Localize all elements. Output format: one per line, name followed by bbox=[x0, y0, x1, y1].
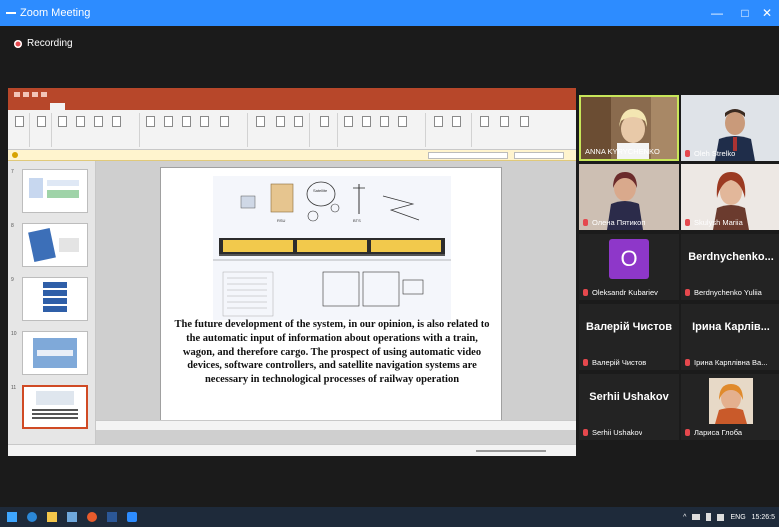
svg-text:RSU: RSU bbox=[277, 218, 286, 223]
ppt-tab bbox=[136, 103, 153, 110]
ppt-tab bbox=[203, 103, 214, 110]
participant-tile[interactable]: ANNA KYRYCHENKO bbox=[579, 95, 679, 161]
zoom-taskbar-icon[interactable] bbox=[124, 507, 140, 527]
ppt-tab bbox=[30, 103, 43, 110]
title-bar: Zoom Meeting — □ ✕ bbox=[0, 0, 779, 26]
ppt-ribbon-tabs bbox=[8, 100, 576, 110]
language-indicator[interactable]: ENG bbox=[730, 514, 745, 521]
ppt-title-bar bbox=[8, 88, 576, 100]
thumb-number: 10 bbox=[11, 331, 17, 337]
participant-tile[interactable]: O Oleksandr Kubariev bbox=[579, 234, 679, 300]
slide-thumbnails: 7 8 9 10 11 bbox=[8, 161, 96, 444]
participant-display-name: Serhii Ushakov bbox=[589, 391, 669, 403]
clock[interactable]: 15:26:5 bbox=[752, 514, 775, 521]
store-icon[interactable] bbox=[64, 507, 80, 527]
participant-display-name: Berdnychenko... bbox=[688, 251, 774, 263]
tray-expand-icon[interactable]: ^ bbox=[683, 514, 686, 521]
participant-name: Oleksandr Kubariev bbox=[583, 288, 658, 297]
warning-icon bbox=[12, 152, 18, 158]
participant-name: Валерій Чистов bbox=[583, 358, 646, 367]
slide-thumbnail[interactable] bbox=[22, 223, 88, 267]
muted-mic-icon bbox=[685, 289, 690, 296]
participant-tile[interactable]: Berdnychenko... Berdnychenko Yuliia bbox=[681, 234, 779, 300]
record-icon bbox=[14, 39, 22, 48]
file-explorer-icon[interactable] bbox=[44, 507, 60, 527]
shared-screen: 7 8 9 10 11 Satellite RSU BTS The future… bbox=[8, 88, 576, 456]
slide-body-text: The future development of the system, in… bbox=[174, 319, 490, 386]
participant-name: Serhii Ushakov bbox=[583, 428, 642, 437]
muted-mic-icon bbox=[583, 359, 588, 366]
windows-start-icon[interactable] bbox=[4, 507, 20, 527]
participant-name: ANNA KYRYCHENKO bbox=[585, 147, 660, 156]
participant-name: Олена Пятикоп bbox=[583, 218, 645, 227]
participant-tile[interactable]: Ірина Карлів... Ірина Карплівна Ва... bbox=[681, 304, 779, 370]
muted-mic-icon bbox=[685, 150, 690, 157]
ppt-notice-bar bbox=[8, 150, 576, 161]
muted-mic-icon bbox=[583, 289, 588, 296]
recording-label: Recording bbox=[27, 38, 73, 49]
ppt-tab bbox=[12, 103, 23, 110]
zoom-slider[interactable] bbox=[476, 450, 546, 452]
participant-name: Skulysh Mariia bbox=[685, 218, 743, 227]
slide-thumbnail[interactable] bbox=[22, 277, 88, 321]
ppt-tab bbox=[72, 103, 86, 110]
system-tray: ^ ENG 15:26:5 bbox=[683, 507, 775, 527]
thumb-number: 9 bbox=[11, 277, 14, 283]
participant-name: Oleh Strelko bbox=[685, 149, 735, 158]
edge-icon[interactable] bbox=[24, 507, 40, 527]
slide-editor: Satellite RSU BTS The future development… bbox=[96, 161, 576, 444]
participant-tile[interactable]: Лариса Глоба bbox=[681, 374, 779, 440]
muted-mic-icon bbox=[685, 219, 690, 226]
notice-button[interactable] bbox=[514, 152, 564, 159]
ppt-tab bbox=[180, 103, 196, 110]
ppt-tab bbox=[160, 103, 173, 110]
quick-access-toolbar bbox=[14, 91, 47, 97]
window-title: Zoom Meeting bbox=[20, 7, 91, 19]
participant-tile[interactable]: Serhii Ushakov Serhii Ushakov bbox=[579, 374, 679, 440]
muted-mic-icon bbox=[583, 219, 588, 226]
word-icon[interactable] bbox=[104, 507, 120, 527]
close-button[interactable]: ✕ bbox=[752, 0, 779, 26]
participant-tile[interactable]: Валерій Чистов Валерій Чистов bbox=[579, 304, 679, 370]
app-icon[interactable] bbox=[84, 507, 100, 527]
zoom-window: Zoom Meeting — □ ✕ Recording 7 8 9 10 11… bbox=[0, 0, 779, 527]
battery-icon[interactable] bbox=[706, 513, 712, 521]
ppt-tab bbox=[116, 103, 129, 110]
thumb-number: 8 bbox=[11, 223, 14, 229]
slide-thumbnail[interactable] bbox=[22, 169, 88, 213]
participant-tile[interactable]: Oleh Strelko bbox=[681, 95, 779, 161]
muted-mic-icon bbox=[583, 429, 588, 436]
ppt-tab-active bbox=[50, 103, 65, 110]
ppt-tab bbox=[93, 103, 109, 110]
slide-thumbnail[interactable] bbox=[22, 331, 88, 375]
thumb-number: 11 bbox=[11, 385, 17, 391]
windows-taskbar: ^ ENG 15:26:5 bbox=[0, 507, 779, 527]
minimize-button[interactable]: — bbox=[702, 0, 732, 26]
participant-name: Ірина Карплівна Ва... bbox=[685, 358, 767, 367]
railway-system-diagram: Satellite RSU BTS bbox=[213, 176, 451, 320]
zoom-logo-icon bbox=[6, 12, 16, 14]
current-slide: Satellite RSU BTS The future development… bbox=[160, 167, 502, 429]
participant-display-name: Валерій Чистов bbox=[586, 321, 672, 333]
participant-tile[interactable]: Skulysh Mariia bbox=[681, 164, 779, 230]
ppt-status-bar bbox=[8, 444, 576, 456]
muted-mic-icon bbox=[685, 359, 690, 366]
slide-thumbnail-selected[interactable] bbox=[22, 385, 88, 429]
svg-text:Satellite: Satellite bbox=[313, 188, 328, 193]
thumb-number: 7 bbox=[11, 169, 14, 175]
network-icon[interactable] bbox=[692, 514, 701, 520]
participant-name: Berdnychenko Yuliia bbox=[685, 288, 762, 297]
participant-name: Лариса Глоба bbox=[685, 428, 742, 437]
recording-indicator[interactable]: Recording bbox=[14, 38, 73, 49]
participant-avatar: O bbox=[609, 239, 649, 279]
participant-tile[interactable]: Олена Пятикоп bbox=[579, 164, 679, 230]
svg-text:BTS: BTS bbox=[353, 218, 361, 223]
muted-mic-icon bbox=[685, 429, 690, 436]
participant-display-name: Ірина Карлів... bbox=[692, 321, 770, 333]
slide-notes-pane[interactable] bbox=[96, 420, 576, 430]
ppt-ribbon bbox=[8, 110, 576, 150]
notice-button[interactable] bbox=[428, 152, 508, 159]
volume-icon[interactable] bbox=[717, 513, 725, 521]
